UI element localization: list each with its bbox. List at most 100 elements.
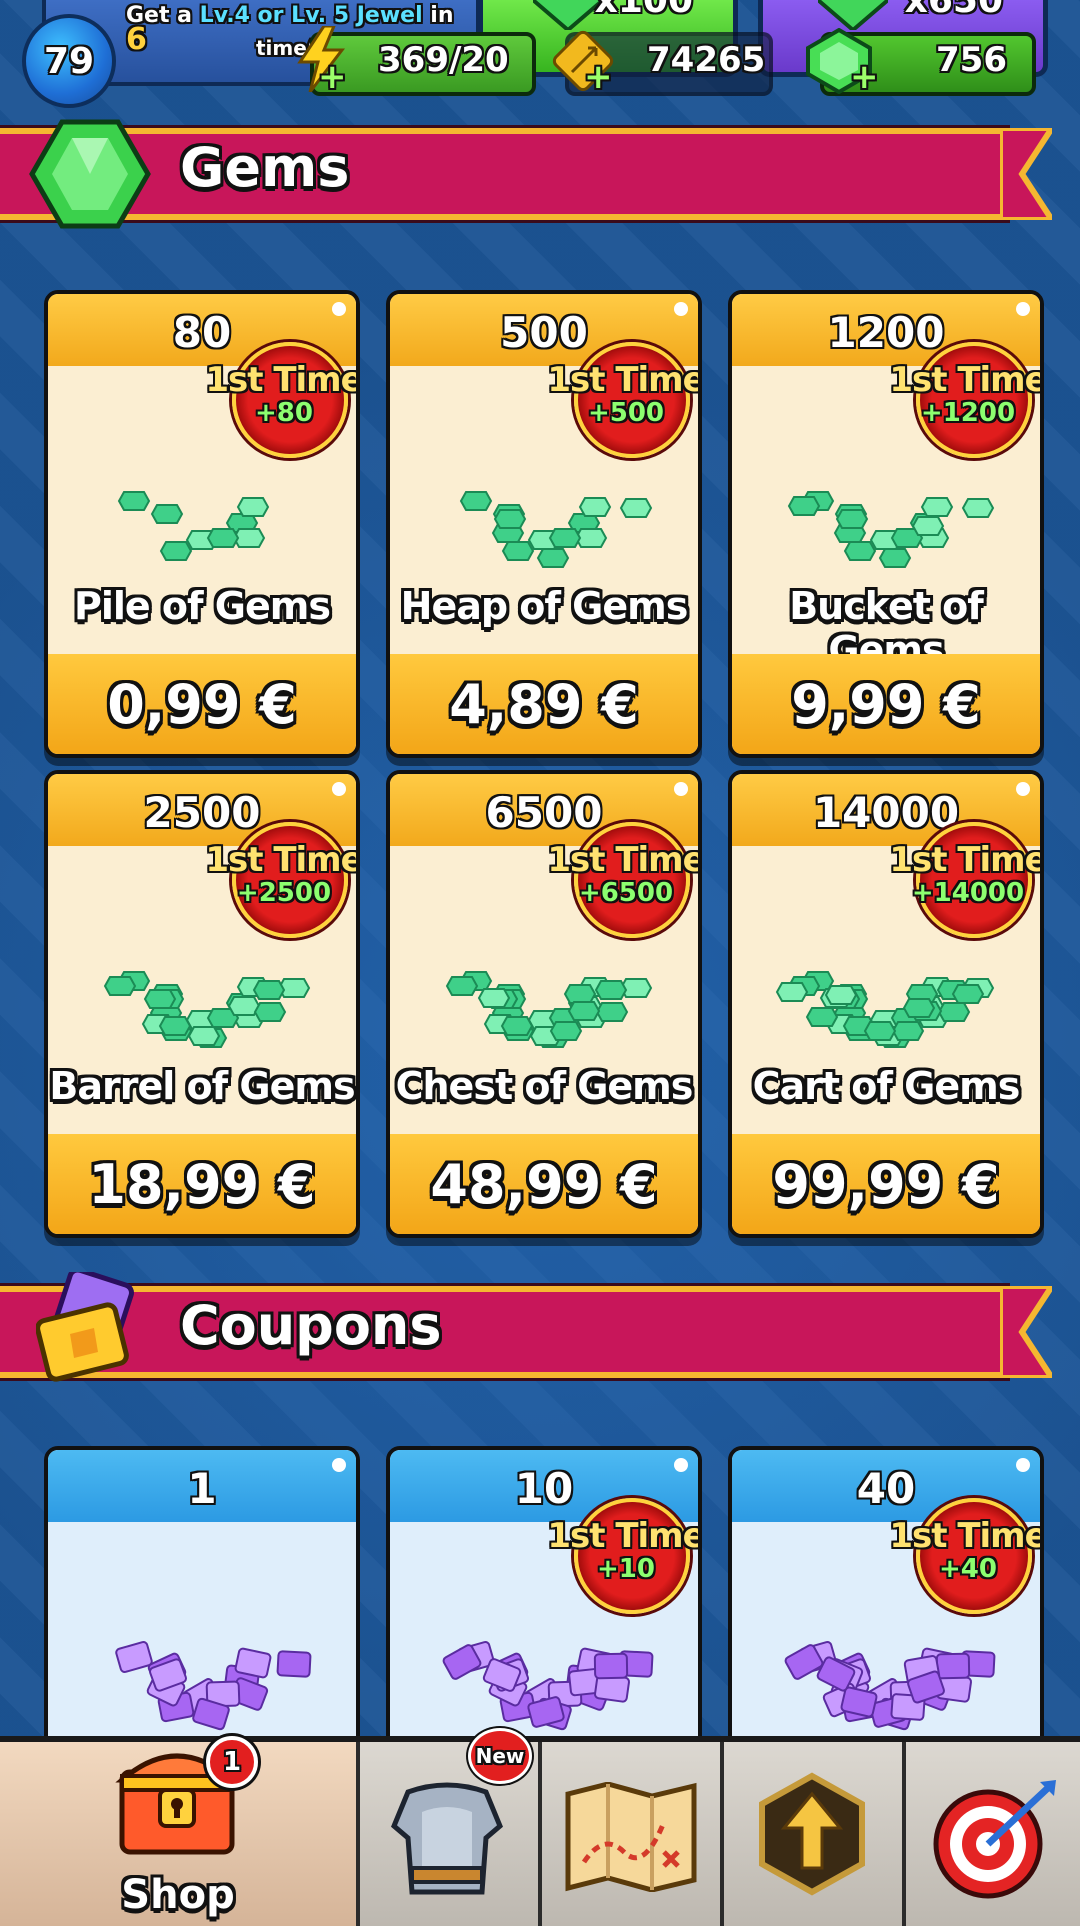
bottom-nav: 1 Shop New xyxy=(0,1728,1080,1926)
gem-piece xyxy=(159,541,193,561)
gem-piece xyxy=(843,541,877,561)
add-gold-icon[interactable]: + xyxy=(584,60,613,94)
gem-pack-card[interactable]: 14000 1st Time +14000 Cart of Gems 99,99 € xyxy=(728,770,1044,1238)
gems-section-banner: Gems xyxy=(0,119,1052,229)
first-time-bonus-badge: 1st Time +1200 xyxy=(888,342,1044,458)
first-time-bonus-badge: 1st Time +500 xyxy=(546,342,702,458)
badge-bonus: +6500 xyxy=(578,878,674,908)
gem-piece xyxy=(549,1021,583,1041)
nav-tab-shop[interactable]: 1 Shop xyxy=(0,1736,360,1926)
badge-bonus: +500 xyxy=(587,398,665,428)
price-button[interactable]: 9,99 € xyxy=(732,654,1040,754)
price-button[interactable]: 99,99 € xyxy=(732,1134,1040,1234)
nav-tab-missions[interactable] xyxy=(906,1742,1080,1926)
energy-value: 369/20 xyxy=(378,40,509,80)
gem-piece xyxy=(459,491,493,511)
coupon-ticket-icon xyxy=(36,1272,134,1382)
badge-label: 1st Time xyxy=(547,360,702,400)
gem-piece xyxy=(493,509,527,529)
offer-1-qty: x100 xyxy=(594,0,693,21)
gem-piece xyxy=(477,988,511,1008)
badge-label: 1st Time xyxy=(889,360,1044,400)
price-button[interactable]: 4,89 € xyxy=(390,654,698,754)
pack-name: Barrel of Gems xyxy=(49,1064,355,1108)
gem-piece xyxy=(150,504,184,524)
badge-bonus: +80 xyxy=(255,398,313,428)
coupons-title: Coupons xyxy=(180,1294,442,1357)
gems-title: Gems xyxy=(180,136,350,199)
first-time-bonus-badge: 1st Time +2500 xyxy=(204,822,360,938)
price-button[interactable]: 48,99 € xyxy=(390,1134,698,1234)
gem-piece xyxy=(536,548,570,568)
quest-mid: in xyxy=(422,3,454,28)
price-button[interactable]: 18,99 € xyxy=(48,1134,356,1234)
first-time-bonus-badge: 1st Time +14000 xyxy=(888,822,1040,938)
coupon-pack-card[interactable]: 40 1st Time +40 xyxy=(728,1446,1044,1754)
banner-ribbon xyxy=(0,1286,1010,1378)
first-time-bonus-badge: 1st Time +40 xyxy=(888,1498,1040,1614)
coupon-pack-card[interactable]: 1 xyxy=(44,1446,360,1754)
player-level: 79 xyxy=(43,40,95,82)
pack-name: Chest of Gems xyxy=(395,1064,694,1108)
first-time-bonus-badge: 1st Time +6500 xyxy=(546,822,702,938)
quest-highlight: Lv.4 or Lv. 5 Jewel xyxy=(199,3,423,28)
badge-label: 1st Time xyxy=(205,840,360,880)
gem-piece xyxy=(902,998,936,1018)
gem-piece xyxy=(253,1002,287,1022)
nav-tab-map[interactable] xyxy=(542,1742,724,1926)
add-gems-icon[interactable]: + xyxy=(850,60,879,94)
banner-tail-icon xyxy=(1000,128,1052,220)
badge-bonus: +40 xyxy=(939,1554,997,1584)
gem-icon xyxy=(818,0,888,30)
nav-tab-upgrade[interactable] xyxy=(724,1742,906,1926)
quest-count: 6 xyxy=(126,22,147,57)
badge-bonus: +10 xyxy=(597,1554,655,1584)
gem-piece xyxy=(920,497,954,517)
gem-piece xyxy=(951,984,985,1004)
banner-tail-icon xyxy=(1000,1286,1052,1378)
gem-pack-card[interactable]: 2500 1st Time +2500 Barrel of Gems 18,99 € xyxy=(44,770,360,1238)
gem-piece xyxy=(567,1001,601,1021)
gem-piece xyxy=(252,980,286,1000)
gem-pack-card[interactable]: 80 1st Time +80 Pile of Gems 0,99 € xyxy=(44,290,360,758)
player-level-badge[interactable]: 79 xyxy=(22,14,116,108)
target-icon xyxy=(933,1780,1056,1899)
new-badge-label: New xyxy=(475,1744,525,1768)
add-energy-icon[interactable]: + xyxy=(318,60,347,94)
gem-piece xyxy=(501,541,535,561)
gold-value: 74265 xyxy=(647,40,766,80)
price-button[interactable]: 0,99 € xyxy=(48,654,356,754)
top-bar: Get a Lv.4 or Lv. 5 Jewel in 6 time(s) x… xyxy=(0,0,1080,108)
shop-notification-count: 1 xyxy=(222,1747,242,1777)
gem-piece xyxy=(775,982,809,1002)
coupon-piece xyxy=(115,1641,153,1673)
coupon-pack-card[interactable]: 10 1st Time +10 xyxy=(386,1446,702,1754)
shop-notification-badge: 1 xyxy=(206,1736,258,1788)
pack-name: Heap of Gems xyxy=(400,584,689,628)
new-badge: New xyxy=(468,1728,532,1784)
gems-value: 756 xyxy=(936,40,1007,80)
gem-piece xyxy=(594,980,628,1000)
gem-pack-card[interactable]: 6500 1st Time +6500 Chest of Gems 48,99 € xyxy=(386,770,702,1238)
gem-icon xyxy=(533,0,603,30)
gem-piece xyxy=(863,1021,897,1041)
treasure-map-icon xyxy=(565,1782,697,1892)
gem-piece xyxy=(961,498,995,518)
gem-piece xyxy=(500,1016,534,1036)
gem-piece xyxy=(548,528,582,548)
gem-piece xyxy=(619,498,653,518)
badge-bonus: +2500 xyxy=(236,878,332,908)
nav-tab-equipment[interactable]: New xyxy=(360,1728,542,1926)
gem-piece xyxy=(187,1026,221,1046)
gem-piece xyxy=(911,516,945,536)
badge-bonus: +14000 xyxy=(911,878,1025,908)
gem-pack-card[interactable]: 1200 1st Time +1200 Bucket of Gems 9,99 € xyxy=(728,290,1044,758)
badge-bonus: +1200 xyxy=(920,398,1016,428)
gem-piece xyxy=(824,985,858,1005)
pack-name: Pile of Gems xyxy=(74,584,331,628)
badge-label: 1st Time xyxy=(547,840,702,880)
gem-pack-card[interactable]: 500 1st Time +500 Heap of Gems 4,89 € xyxy=(386,290,702,758)
gem-piece xyxy=(143,989,177,1009)
coupon-piece xyxy=(935,1652,971,1680)
gem-piece xyxy=(805,1007,839,1027)
